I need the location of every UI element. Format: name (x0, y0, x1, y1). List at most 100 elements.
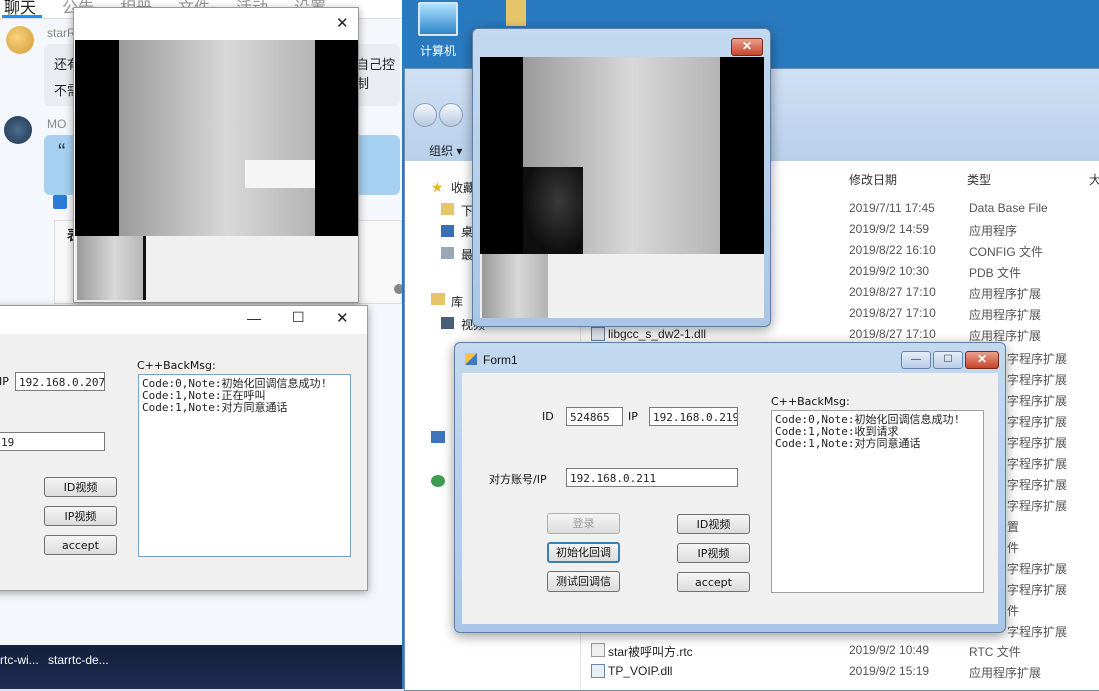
file-type: 字程序扩展 (1007, 625, 1068, 639)
network-icon[interactable] (431, 475, 445, 487)
peer-account-label: 对方账号/IP (489, 473, 547, 486)
close-icon[interactable]: ✕ (965, 351, 999, 369)
table-row[interactable]: star被呼叫方.rtc 2019/9/2 10:49 RTC 文件 (405, 640, 1099, 661)
computer-label: 计算机 (420, 44, 457, 58)
star-icon: ★ (431, 179, 444, 195)
form1-client-area: ID 524865 IP 192.168.0.219 对方账号/IP 192.1… (462, 373, 998, 624)
accept-button[interactable]: accept (44, 535, 117, 555)
file-date: 2019/8/27 17:10 (849, 327, 936, 341)
login-button[interactable]: 登录 (547, 513, 620, 534)
id-video-button[interactable]: ID视频 (677, 514, 750, 534)
taskbar-item[interactable]: starrtc-de... (48, 653, 109, 667)
person-silhouette (523, 167, 583, 254)
file-type: 字程序扩展 (1007, 499, 1068, 513)
remote-video (480, 57, 764, 254)
file-type: 字程序扩展 (1007, 583, 1068, 597)
folder-icon[interactable] (506, 0, 526, 26)
taskbar: rtc-wi... starrtc-de... (0, 645, 402, 689)
maximize-icon[interactable]: ☐ (292, 309, 305, 326)
file-date: 2019/8/27 17:10 (849, 285, 936, 299)
column-header-type[interactable]: 类型 (967, 171, 991, 188)
file-name: star被呼叫方.rtc (608, 645, 693, 659)
id-video-button[interactable]: ID视频 (44, 477, 117, 497)
sender-name: MO (47, 117, 67, 131)
close-icon[interactable]: ✕ (336, 309, 349, 327)
local-video-preview (77, 236, 145, 300)
log-line: Code:1,Note:对方同意通话 (775, 437, 921, 450)
scroll-indicator-icon[interactable] (394, 284, 402, 294)
file-icon (591, 327, 605, 341)
computer-icon[interactable] (418, 2, 458, 36)
ip-video-button[interactable]: IP视频 (44, 506, 117, 526)
minimize-icon[interactable]: — (901, 351, 931, 369)
backmsg-label: C++BackMsg: (137, 359, 216, 372)
init-callback-button[interactable]: 初始化回调 (547, 542, 620, 563)
ip-video-button[interactable]: IP视频 (677, 543, 750, 563)
file-type: RTC 文件 (969, 645, 1021, 659)
ip-field[interactable]: 192.168.0.207 (15, 372, 105, 391)
ip-label: IP (0, 375, 9, 388)
form1-window: Form1 — ☐ ✕ ID 524865 IP 192.168.0.219 对… (454, 342, 1006, 633)
backmsg-log[interactable]: Code:0,Note:初始化回调信息成功! Code:1,Note:收到请求 … (771, 410, 984, 593)
peer-account-field[interactable]: 192.168.0.211 (566, 468, 738, 487)
file-type: 应用程序扩展 (969, 287, 1042, 301)
file-icon (591, 643, 605, 657)
file-type: 件 (1007, 604, 1020, 618)
video-window-right: ✕ (472, 28, 771, 327)
forward-icon[interactable] (439, 103, 463, 127)
id-field[interactable]: 524865 (566, 407, 623, 426)
file-date: 2019/8/27 17:10 (849, 306, 936, 320)
accept-button[interactable]: accept (677, 572, 750, 592)
file-type: 字程序扩展 (1007, 478, 1068, 492)
file-type: 件 (1007, 541, 1020, 555)
video-footer (75, 236, 358, 302)
table-row[interactable]: TP_VOIP.dll 2019/9/2 15:19 应用程序扩展 (405, 661, 1099, 682)
file-name: libgcc_s_dw2-1.dll (608, 327, 707, 341)
close-icon[interactable]: ✕ (336, 14, 349, 32)
file-type: 应用程序扩展 (969, 666, 1042, 680)
file-date: 2019/7/11 17:45 (849, 201, 935, 215)
file-type: 置 (1007, 520, 1020, 534)
preview-border (143, 236, 146, 300)
form-window-left: — ☐ ✕ IP 192.168.0.207 19 ID视频 IP视频 acce… (0, 305, 368, 591)
window-title: Form1 (483, 353, 518, 367)
app-icon (465, 353, 477, 365)
file-type: Data Base File (969, 201, 1048, 215)
file-date: 2019/9/2 10:49 (849, 643, 930, 657)
column-header-date[interactable]: 修改日期 (849, 171, 897, 188)
light-glare (245, 160, 315, 188)
id-label: ID (542, 410, 554, 423)
computer-icon[interactable] (431, 431, 445, 443)
backmsg-label: C++BackMsg: (771, 395, 850, 408)
maximize-icon[interactable]: ☐ (933, 351, 963, 369)
peer-account-field[interactable]: 19 (0, 432, 105, 451)
file-date: 2019/9/2 14:59 (849, 222, 930, 236)
file-type: 应用程序扩展 (969, 308, 1042, 322)
minimize-icon[interactable]: — (247, 310, 261, 326)
log-line: Code:1,Note:对方同意通话 (142, 401, 288, 414)
file-type: 应用程序 (969, 224, 1018, 238)
avatar[interactable] (4, 116, 32, 144)
file-type: PDB 文件 (969, 266, 1022, 280)
remote-video-frame (119, 40, 315, 236)
file-date: 2019/9/2 10:30 (849, 264, 930, 278)
shield-icon (53, 195, 67, 209)
file-date: 2019/9/2 15:19 (849, 664, 930, 678)
file-type: CONFIG 文件 (969, 245, 1043, 259)
back-icon[interactable] (413, 103, 437, 127)
quote-mark: “ (58, 139, 66, 164)
file-name: TP_VOIP.dll (608, 664, 673, 678)
column-header-size[interactable]: 大 (1089, 171, 1099, 188)
taskbar-item[interactable]: rtc-wi... (0, 653, 39, 667)
video-window-left: ✕ (73, 7, 359, 303)
backmsg-log[interactable]: Code:0,Note:初始化回调信息成功! Code:1,Note:正在呼叫 … (138, 374, 351, 557)
file-type: 字程序扩展 (1007, 457, 1068, 471)
active-tab-indicator (2, 15, 42, 18)
file-type: 字程序扩展 (1007, 373, 1068, 387)
test-callback-button[interactable]: 测试回调信 (547, 571, 620, 592)
ip-field[interactable]: 192.168.0.219 (649, 407, 738, 426)
avatar[interactable] (6, 26, 34, 54)
organize-menu[interactable]: 组织 ▾ (429, 142, 462, 159)
close-icon[interactable]: ✕ (731, 38, 763, 56)
video-footer (480, 254, 764, 318)
